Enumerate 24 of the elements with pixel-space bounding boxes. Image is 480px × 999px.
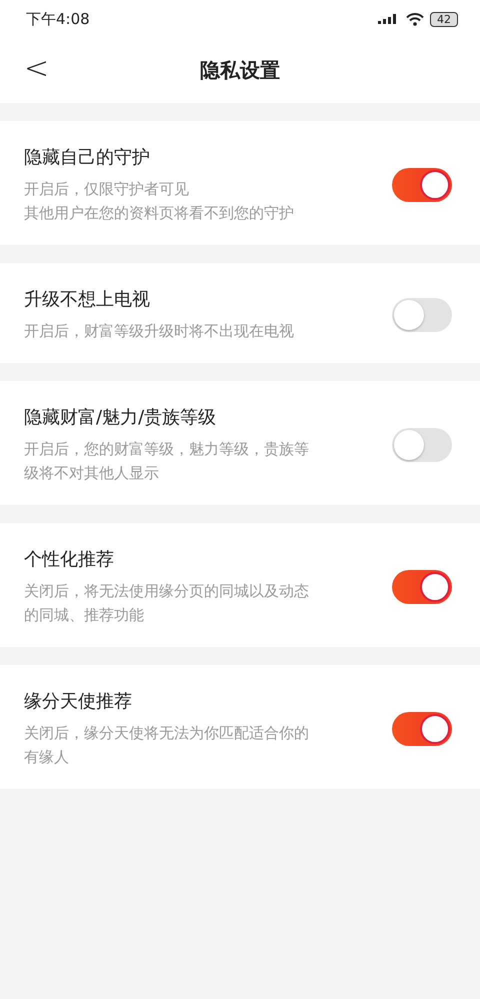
toggle-switch[interactable] xyxy=(392,428,452,462)
setting-description: 级将不对其他人显示 xyxy=(24,463,160,484)
setting-description: 开启后，仅限守护者可见 xyxy=(24,179,190,200)
setting-description: 关闭后，缘分天使将无法为你匹配适合你的 xyxy=(24,723,309,744)
setting-title: 升级不想上电视 xyxy=(24,288,151,311)
back-button[interactable]: < xyxy=(24,52,50,86)
battery-level: 42 xyxy=(430,12,458,26)
toggle-switch[interactable] xyxy=(392,298,452,332)
setting-title: 个性化推荐 xyxy=(24,548,115,571)
setting-description: 开启后，您的财富等级，魅力等级，贵族等 xyxy=(24,439,309,460)
setting-description: 开启后，财富等级升级时将不出现在电视 xyxy=(24,321,294,342)
setting-description: 的同城、推荐功能 xyxy=(24,605,145,626)
setting-title: 缘分天使推荐 xyxy=(24,690,133,713)
toggle-switch[interactable] xyxy=(392,712,452,746)
setting-title: 隐藏财富/魅力/贵族等级 xyxy=(24,406,218,429)
toggle-switch[interactable] xyxy=(392,570,452,604)
setting-title: 隐藏自己的守护 xyxy=(24,146,151,169)
setting-description: 有缘人 xyxy=(24,747,70,768)
toggle-switch[interactable] xyxy=(392,168,452,202)
setting-description: 关闭后，将无法使用缘分页的同城以及动态 xyxy=(24,581,309,602)
page-title: 隐私设置 xyxy=(200,57,280,84)
status-time: 下午4:08 xyxy=(26,10,90,28)
setting-description: 其他用户在您的资料页将看不到您的守护 xyxy=(24,203,294,224)
wifi-icon xyxy=(406,12,424,26)
